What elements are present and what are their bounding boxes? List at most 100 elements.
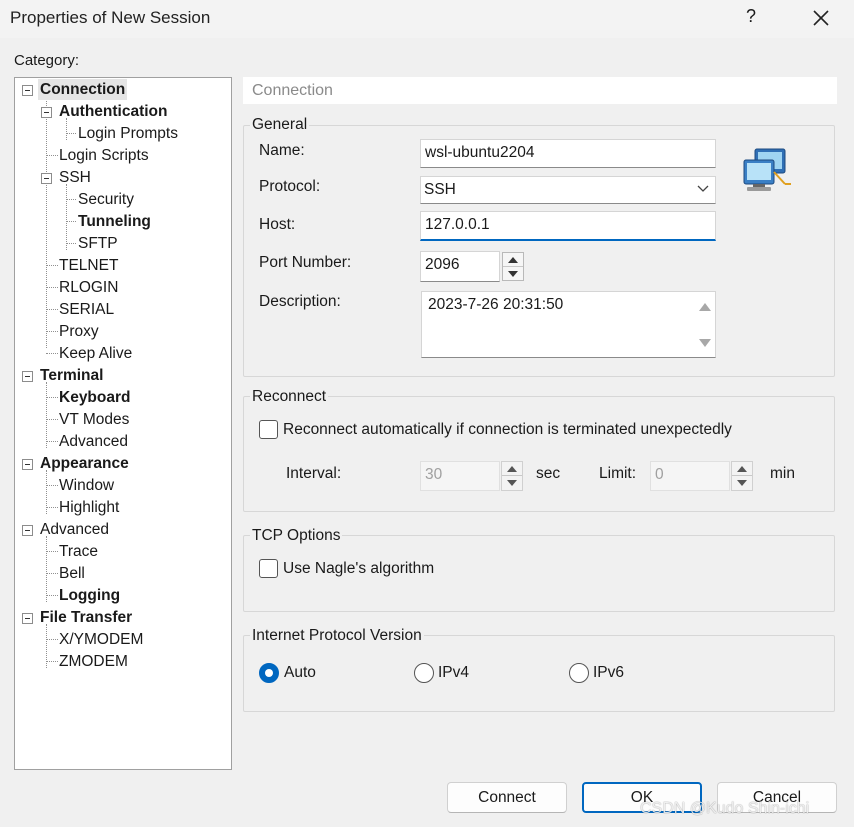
scroll-up-icon — [699, 303, 711, 311]
category-label: Category: — [14, 52, 80, 69]
collapse-icon[interactable] — [22, 459, 33, 470]
scroll-down-icon — [699, 339, 711, 347]
tree-item-telnet[interactable]: TELNET — [59, 255, 118, 276]
tree-item-xymodem[interactable]: X/YMODEM — [59, 629, 143, 650]
tree-item-terminal[interactable]: Terminal — [40, 365, 103, 386]
limit-input[interactable]: 0 — [650, 461, 730, 491]
ip-version-legend: Internet Protocol Version — [250, 627, 424, 645]
tree-connector — [66, 133, 76, 134]
tree-item-tunneling[interactable]: Tunneling — [78, 211, 151, 232]
protocol-select[interactable]: SSH — [420, 176, 716, 204]
tree-connector — [46, 661, 58, 662]
tree-item-login-prompts[interactable]: Login Prompts — [78, 123, 178, 144]
tree-item-keep-alive[interactable]: Keep Alive — [59, 343, 132, 364]
tree-item-highlight[interactable]: Highlight — [59, 497, 119, 518]
tree-connector — [46, 265, 58, 266]
general-legend: General — [250, 116, 310, 134]
interval-input[interactable]: 30 — [420, 461, 500, 491]
host-input[interactable]: 127.0.0.1 — [420, 211, 716, 241]
limit-decrement[interactable] — [732, 476, 752, 490]
category-tree[interactable]: Connection Authentication Login Prompts … — [14, 77, 232, 770]
tree-item-proxy[interactable]: Proxy — [59, 321, 99, 342]
collapse-icon[interactable] — [22, 371, 33, 382]
tree-connector — [46, 441, 58, 442]
tree-item-advanced[interactable]: Advanced — [40, 519, 109, 540]
arrow-down-icon — [507, 480, 517, 486]
tree-item-bell[interactable]: Bell — [59, 563, 85, 584]
port-decrement[interactable] — [503, 267, 523, 281]
panel-title: Connection — [243, 77, 837, 104]
port-spinner[interactable] — [502, 252, 524, 281]
title-bar: Properties of New Session ? — [0, 0, 854, 38]
limit-unit: min — [770, 465, 795, 482]
tree-item-ssh[interactable]: SSH — [59, 167, 91, 188]
protocol-value: SSH — [424, 181, 456, 198]
interval-spinner[interactable] — [501, 461, 523, 491]
ip-version-group — [243, 635, 835, 712]
nagle-checkbox[interactable] — [259, 559, 278, 578]
tree-connector — [46, 331, 58, 332]
tree-item-appearance[interactable]: Appearance — [40, 453, 129, 474]
tree-item-terminal-advanced[interactable]: Advanced — [59, 431, 128, 452]
ipv6-radio[interactable] — [569, 663, 589, 683]
limit-label: Limit: — [599, 465, 637, 482]
tree-item-authentication[interactable]: Authentication — [59, 101, 168, 122]
description-scrollbar[interactable] — [695, 292, 715, 357]
description-input[interactable]: 2023-7-26 20:31:50 — [421, 291, 716, 358]
close-button[interactable] — [808, 5, 834, 31]
ip-auto-radio[interactable] — [259, 663, 279, 683]
connect-button[interactable]: Connect — [447, 782, 567, 813]
limit-increment[interactable] — [732, 462, 752, 476]
reconnect-checkbox-label[interactable]: Reconnect automatically if connection is… — [283, 420, 732, 440]
tree-item-logging[interactable]: Logging — [59, 585, 120, 606]
watermark: CSDN @Kudo Shin-ichi — [640, 800, 810, 817]
collapse-icon[interactable] — [41, 107, 52, 118]
interval-increment[interactable] — [502, 462, 522, 476]
network-computer-icon — [743, 148, 791, 191]
tree-item-window[interactable]: Window — [59, 475, 114, 496]
reconnect-legend: Reconnect — [250, 388, 329, 406]
name-input[interactable]: wsl-ubuntu2204 — [420, 139, 716, 168]
interval-decrement[interactable] — [502, 476, 522, 490]
arrow-up-icon — [737, 466, 747, 472]
tree-connector — [46, 155, 58, 156]
tree-item-connection[interactable]: Connection — [38, 79, 128, 100]
chevron-down-icon — [697, 185, 709, 192]
tree-item-sftp[interactable]: SFTP — [78, 233, 118, 254]
arrow-up-icon — [507, 466, 517, 472]
tree-connector — [66, 221, 76, 222]
tree-connector — [46, 536, 47, 602]
reconnect-group — [243, 396, 835, 512]
tree-item-file-transfer[interactable]: File Transfer — [40, 607, 132, 628]
ipv4-radio[interactable] — [414, 663, 434, 683]
ipv6-label[interactable]: IPv6 — [593, 663, 624, 683]
collapse-icon[interactable] — [22, 525, 33, 536]
collapse-icon[interactable] — [22, 613, 33, 624]
tree-item-trace[interactable]: Trace — [59, 541, 98, 562]
tree-item-serial[interactable]: SERIAL — [59, 299, 114, 320]
tree-item-security[interactable]: Security — [78, 189, 134, 210]
tree-item-vt-modes[interactable]: VT Modes — [59, 409, 129, 430]
ipv4-label[interactable]: IPv4 — [438, 663, 469, 683]
help-button[interactable]: ? — [744, 6, 758, 27]
port-increment[interactable] — [503, 253, 523, 267]
tree-item-keyboard[interactable]: Keyboard — [59, 387, 131, 408]
tree-item-zmodem[interactable]: ZMODEM — [59, 651, 128, 672]
tree-connector — [46, 507, 58, 508]
ip-auto-label[interactable]: Auto — [284, 663, 316, 683]
interval-unit: sec — [536, 465, 561, 482]
tree-connector — [46, 573, 58, 574]
tree-item-login-scripts[interactable]: Login Scripts — [59, 145, 149, 166]
limit-spinner[interactable] — [731, 461, 753, 491]
tree-connector — [46, 419, 58, 420]
tree-connector — [46, 287, 58, 288]
port-input[interactable]: 2096 — [420, 251, 500, 282]
reconnect-checkbox[interactable] — [259, 420, 278, 439]
collapse-icon[interactable] — [41, 173, 52, 184]
nagle-checkbox-label[interactable]: Use Nagle's algorithm — [283, 559, 434, 579]
collapse-icon[interactable] — [22, 85, 33, 96]
tree-item-rlogin[interactable]: RLOGIN — [59, 277, 118, 298]
port-label: Port Number: — [259, 254, 352, 271]
host-label: Host: — [259, 216, 296, 233]
description-label: Description: — [259, 293, 341, 310]
